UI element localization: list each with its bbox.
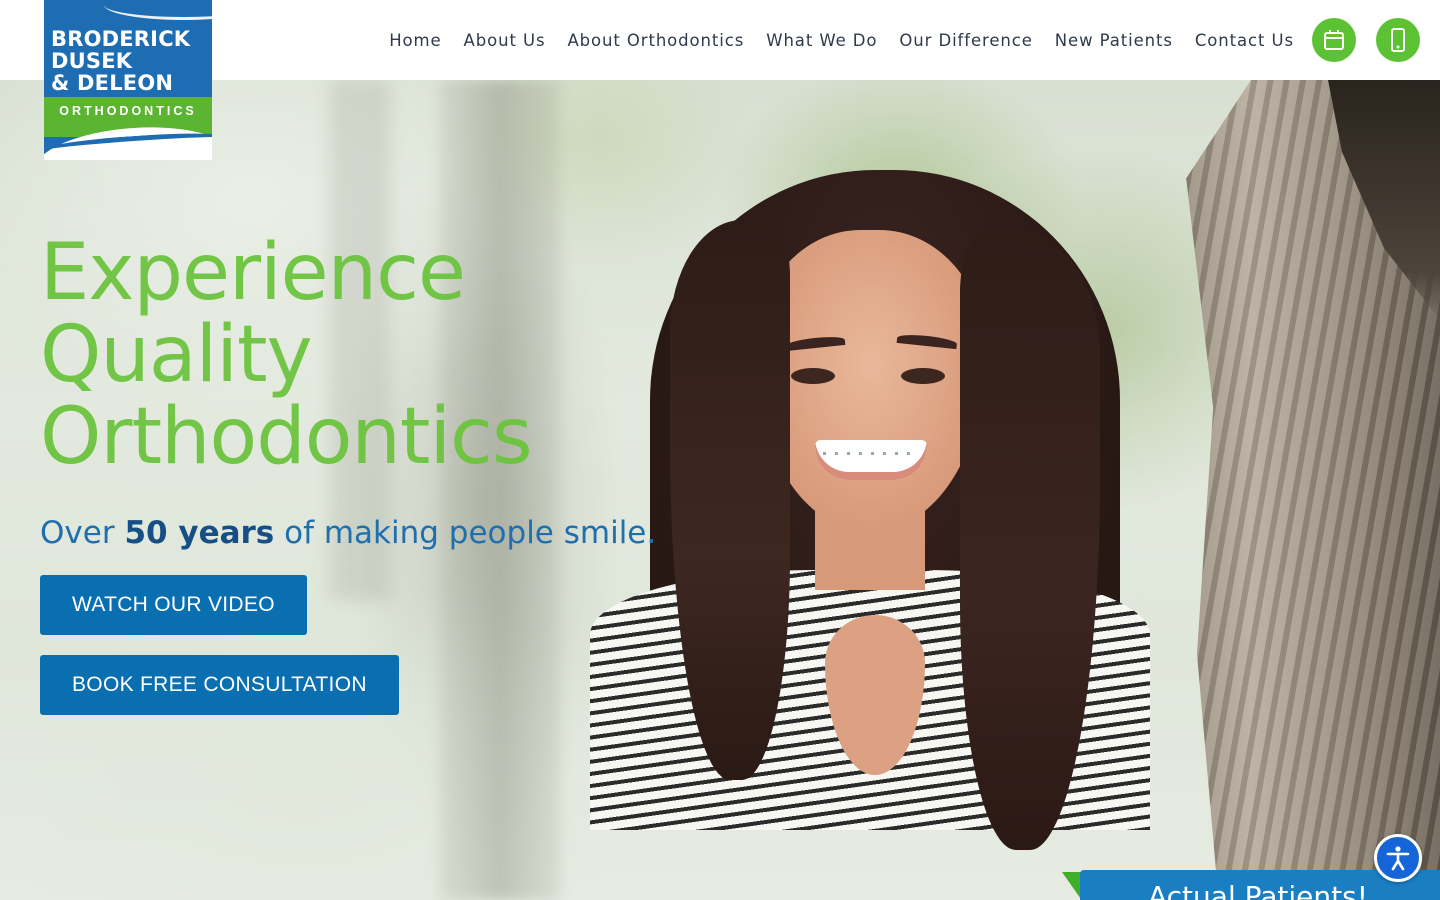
logo-text-line: & DELEON xyxy=(51,71,174,95)
main-nav: Home About Us About Orthodontics What We… xyxy=(389,0,1294,80)
site-logo[interactable]: BRODERICK DUSEK & DELEON ORTHODONTICS xyxy=(44,0,212,160)
watch-video-button[interactable]: WATCH OUR VIDEO xyxy=(40,575,307,635)
headline-line: Orthodontics xyxy=(40,392,533,482)
logo-swoosh xyxy=(104,0,212,20)
tagline-highlight: 50 years xyxy=(124,515,275,551)
eye xyxy=(791,368,835,384)
logo-text-line: BRODERICK xyxy=(51,27,191,51)
nav-our-difference[interactable]: Our Difference xyxy=(899,31,1032,50)
phone-icon xyxy=(1391,28,1405,52)
book-consultation-button[interactable]: BOOK FREE CONSULTATION xyxy=(40,655,399,715)
nav-about-orthodontics[interactable]: About Orthodontics xyxy=(567,31,744,50)
nav-new-patients[interactable]: New Patients xyxy=(1055,31,1173,50)
actual-patients-text: Actual Patients! xyxy=(1148,880,1368,900)
accessibility-button[interactable] xyxy=(1374,834,1422,882)
tagline-post: of making people smile. xyxy=(284,515,657,551)
logo-subtitle: ORTHODONTICS xyxy=(59,104,197,118)
headline-line: Quality xyxy=(40,310,313,400)
eye xyxy=(901,368,945,384)
nav-home[interactable]: Home xyxy=(389,31,441,50)
call-button[interactable] xyxy=(1376,18,1420,62)
nav-what-we-do[interactable]: What We Do xyxy=(766,31,877,50)
calendar-icon xyxy=(1324,30,1344,50)
hero-tagline: Over 50 years of making people smile. xyxy=(40,515,656,551)
logo-text-line: DUSEK xyxy=(51,49,133,73)
eyebrow xyxy=(896,332,958,350)
eyebrow xyxy=(784,334,846,352)
hero-headline: Experience Quality Orthodontics xyxy=(40,228,533,482)
headline-line: Experience xyxy=(40,228,466,318)
nav-contact-us[interactable]: Contact Us xyxy=(1195,31,1294,50)
appointment-button[interactable] xyxy=(1312,18,1356,62)
accessibility-icon xyxy=(1386,846,1410,871)
smile-with-braces xyxy=(815,440,927,480)
hero-photo-girl xyxy=(580,170,1180,850)
background-tree xyxy=(440,80,560,900)
site-header: Home About Us About Orthodontics What We… xyxy=(0,0,1440,80)
nav-about-us[interactable]: About Us xyxy=(464,31,546,50)
tagline-pre: Over xyxy=(40,515,115,551)
